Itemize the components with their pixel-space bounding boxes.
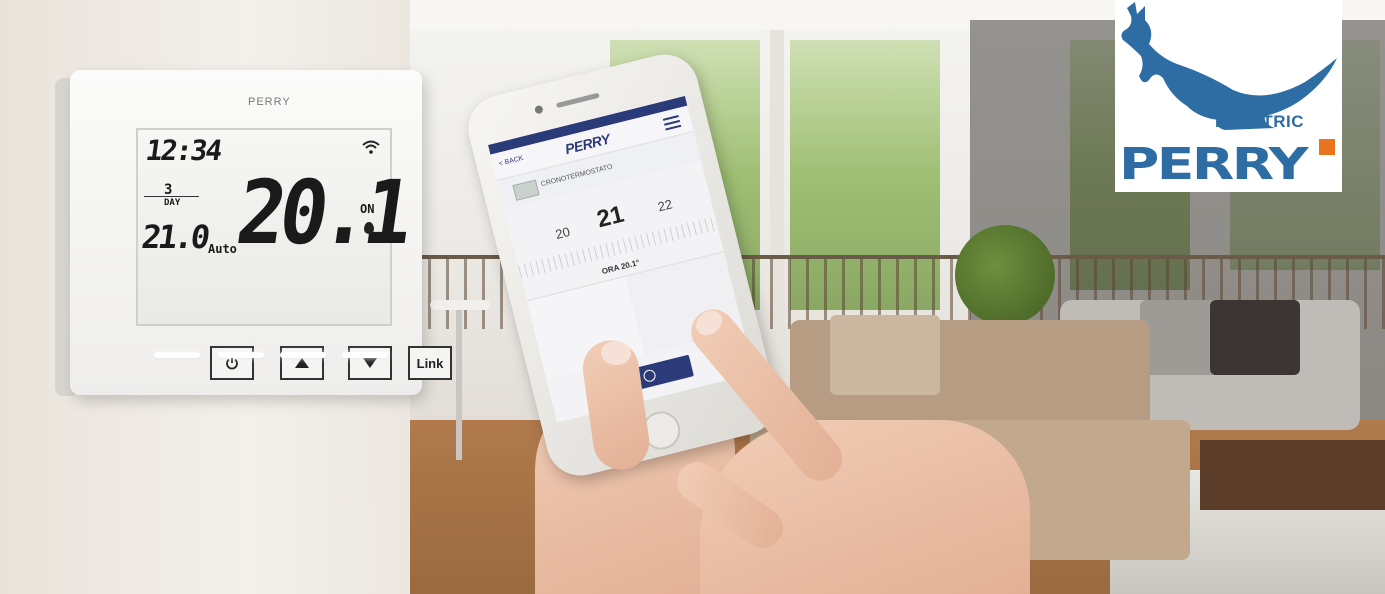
button-led <box>342 352 388 358</box>
hamburger-menu-icon[interactable] <box>662 115 682 131</box>
link-button[interactable]: Link <box>408 346 452 380</box>
temperature-option-next[interactable]: 22 <box>656 196 674 214</box>
logo-brand: PERRY <box>1119 139 1308 190</box>
button-led <box>218 352 264 358</box>
display-set-temperature: 21.0 <box>139 218 210 256</box>
temperature-option-selected[interactable]: 21 <box>594 201 627 235</box>
cushion <box>830 315 940 395</box>
flame-icon <box>364 222 374 234</box>
arrow-down-icon <box>363 358 377 368</box>
wifi-icon <box>362 140 380 154</box>
power-icon <box>642 368 657 384</box>
thumb-nail <box>601 341 631 365</box>
bar-stool-seat <box>430 300 490 310</box>
back-button[interactable]: < BACK <box>498 155 524 168</box>
power-icon <box>226 357 238 370</box>
display-time: 12:34 <box>143 134 223 167</box>
wall-thermostat: PERRY 12:34 3 DAY 21.0 Auto 20.1 ON Link <box>70 70 452 395</box>
display-current-temperature: 20.1 <box>230 161 414 264</box>
button-led <box>280 352 326 358</box>
device-name: CRONOTERMOSTATO <box>540 163 614 189</box>
display-status: ON <box>360 202 375 216</box>
phone-speaker <box>555 92 600 109</box>
logo-tagline: ELECTRIC <box>1215 112 1304 131</box>
button-led <box>154 352 200 358</box>
thermostat-display: 12:34 3 DAY 21.0 Auto 20.1 ON Link <box>136 128 452 380</box>
front-camera <box>534 104 544 115</box>
potted-plant <box>955 225 1055 325</box>
thermostat-brand: PERRY <box>248 96 291 108</box>
display-day-label: DAY <box>164 198 181 208</box>
logo-orange-square <box>1319 139 1335 155</box>
coffee-table <box>1200 440 1385 510</box>
bar-stool-leg <box>456 310 462 460</box>
perry-electric-logo: ELECTRIC PERRY <box>1115 0 1342 192</box>
temperature-option-prev[interactable]: 20 <box>554 224 572 242</box>
display-divider <box>144 196 199 197</box>
cushion <box>1210 300 1300 375</box>
arrow-up-icon <box>295 358 309 368</box>
thermostat-thumbnail-icon <box>512 179 540 201</box>
